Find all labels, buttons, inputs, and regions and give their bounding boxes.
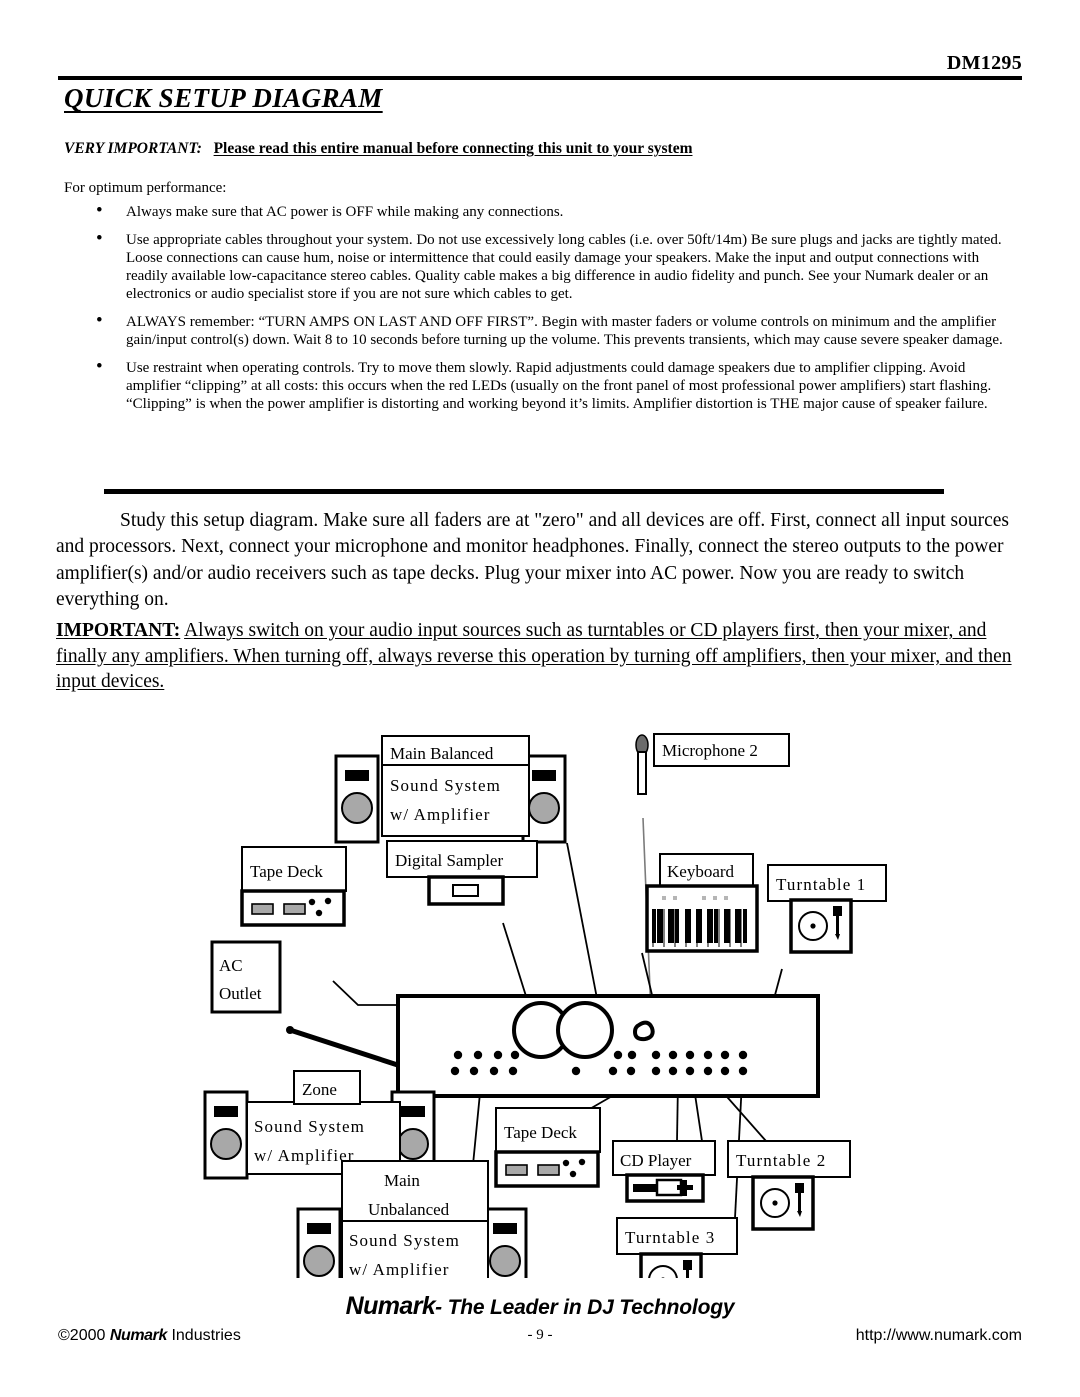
keyboard-label: Keyboard — [667, 862, 735, 881]
cd-player-label: CD Player — [620, 1151, 692, 1170]
mixer-unit — [396, 994, 820, 1098]
section-divider-rule — [104, 489, 944, 494]
quick-setup-diagram: Main Balanced Sound System w/ Amplifier … — [190, 718, 900, 1278]
device-microphone-2: Microphone 2 — [635, 733, 790, 795]
device-cd-player: CD Player — [612, 1140, 716, 1203]
tape-deck-bottom-icon — [494, 1150, 600, 1188]
unbalanced-speaker-right-icon — [482, 1207, 528, 1278]
page-title: QUICK SETUP DIAGRAM — [64, 83, 383, 113]
zone-label: Zone — [302, 1080, 337, 1099]
tape-deck-top-label: Tape Deck — [250, 862, 323, 881]
main-balanced-line3: w/ Amplifier — [390, 805, 491, 824]
footer-brand-name: Numark — [345, 1292, 436, 1320]
ac-outlet-line1: AC — [219, 956, 243, 975]
device-main-balanced-sound-system: Main Balanced Sound System w/ Amplifier — [334, 735, 567, 844]
very-important-label: VERY IMPORTANT: — [64, 140, 202, 157]
microphone-body-icon — [637, 751, 647, 795]
footer-row: ©2000 Numark Industries - 9 - http://www… — [0, 1327, 1080, 1353]
footer-branding: Numark- The Leader in DJ Technology — [0, 1292, 1080, 1321]
ac-outlet-line2: Outlet — [219, 984, 262, 1003]
main-unbalanced-line4: w/ Amplifier — [349, 1260, 450, 1278]
for-optimum-performance-label: For optimum performance: — [64, 180, 227, 196]
tape-deck-bottom-label: Tape Deck — [504, 1123, 577, 1142]
list-item: Use appropriate cables throughout your s… — [64, 229, 1022, 303]
important-text: Always switch on your audio input source… — [56, 620, 1012, 693]
main-unbalanced-line1: Main — [384, 1171, 420, 1190]
precautions-list: Always make sure that AC power is OFF wh… — [64, 201, 1022, 423]
turntable-2-icon — [751, 1175, 815, 1231]
document-page: DM1295 QUICK SETUP DIAGRAM VERY IMPORTAN… — [0, 0, 1080, 1397]
very-important-notice: VERY IMPORTANT: Please read this entire … — [64, 140, 1020, 158]
device-turntable-3: Turntable 3 — [616, 1217, 738, 1278]
device-keyboard: Keyboard — [645, 853, 759, 953]
device-turntable-1: Turntable 1 — [767, 864, 887, 954]
zone-line2: Sound System — [254, 1117, 365, 1136]
turntable-1-icon — [789, 898, 853, 954]
turntable-3-label: Turntable 3 — [625, 1228, 715, 1247]
footer-tagline: - The Leader in DJ Technology — [435, 1296, 735, 1319]
zone-line3: w/ Amplifier — [254, 1146, 355, 1165]
tape-deck-top-icon — [240, 889, 346, 927]
digital-sampler-label: Digital Sampler — [395, 851, 503, 870]
header-rule — [58, 76, 1022, 80]
device-tape-deck-bottom: Tape Deck — [494, 1107, 601, 1188]
device-ac-outlet: AC Outlet — [210, 940, 282, 1014]
study-paragraph: Study this setup diagram. Make sure all … — [56, 510, 1009, 610]
main-unbalanced-line3: Sound System — [349, 1231, 460, 1250]
important-label: IMPORTANT: — [56, 620, 181, 641]
turntable-2-label: Turntable 2 — [736, 1151, 826, 1170]
main-balanced-line2: Sound System — [390, 776, 501, 795]
document-model-number: DM1295 — [946, 52, 1022, 74]
list-item: Use restraint when operating controls. T… — [64, 357, 1022, 413]
list-item: ALWAYS remember: “TURN AMPS ON LAST AND … — [64, 311, 1022, 349]
unbalanced-speaker-left-icon — [296, 1207, 342, 1278]
turntable-3-icon — [639, 1252, 703, 1278]
list-item: Always make sure that AC power is OFF wh… — [64, 201, 1022, 222]
speaker-left-icon — [334, 754, 380, 844]
turntable-1-label: Turntable 1 — [776, 875, 866, 894]
device-digital-sampler: Digital Sampler — [386, 840, 538, 906]
device-turntable-2: Turntable 2 — [727, 1140, 851, 1231]
important-paragraph: IMPORTANT: Always switch on your audio i… — [56, 618, 1022, 695]
microphone-label: Microphone 2 — [662, 741, 758, 760]
device-main-unbalanced-sound-system: Main Unbalanced Sound System w/ Amplifie… — [296, 1160, 528, 1278]
main-unbalanced-line2: Unbalanced — [368, 1200, 450, 1219]
footer-url[interactable]: http://www.numark.com — [856, 1327, 1022, 1345]
device-tape-deck-top: Tape Deck — [240, 846, 347, 927]
zone-speaker-left-icon — [203, 1090, 249, 1180]
main-balanced-line1: Main Balanced — [390, 744, 494, 763]
very-important-text: Please read this entire manual before co… — [213, 140, 693, 157]
